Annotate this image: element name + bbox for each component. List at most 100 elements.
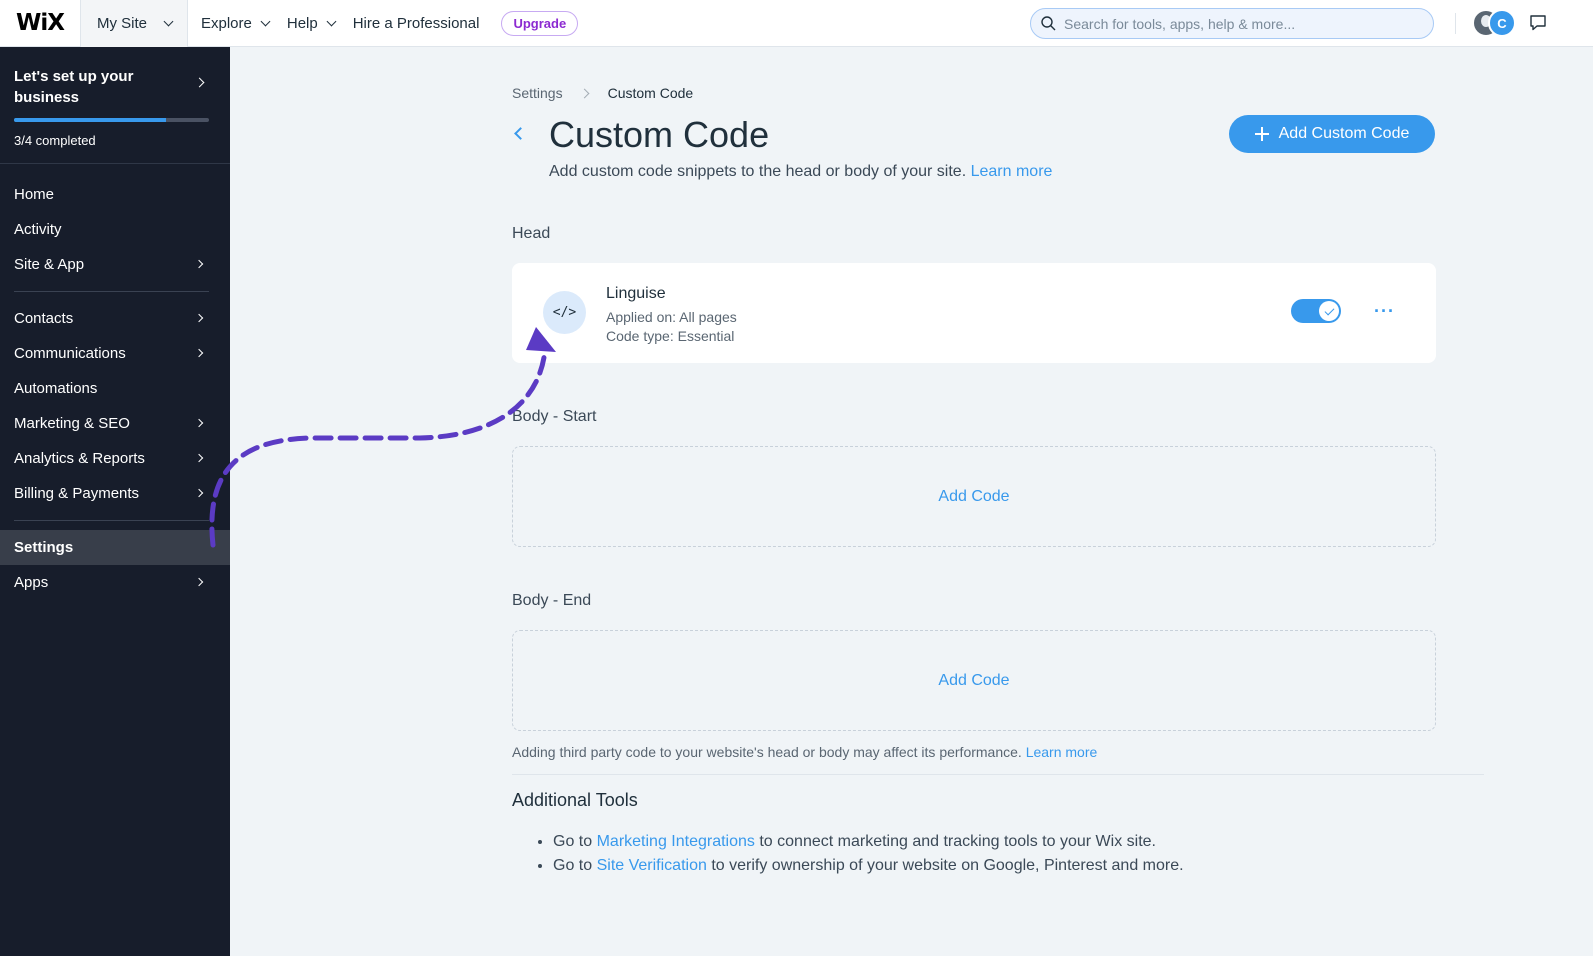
sidebar-item-label: Billing & Payments xyxy=(14,485,140,502)
section-head-label: Head xyxy=(512,225,551,242)
snippet-enabled-toggle[interactable] xyxy=(1291,299,1341,323)
notice-text: Adding third party code to your website'… xyxy=(512,744,1022,760)
sidebar-item-label: Marketing & SEO xyxy=(14,415,130,432)
item-prefix: Go to xyxy=(553,857,593,874)
main-content: Settings Custom Code Custom Code Add cus… xyxy=(230,47,1593,956)
top-bar: WiX My Site Explore Help Hire a Professi… xyxy=(0,0,1593,47)
add-code-body-start[interactable]: Add Code xyxy=(512,446,1436,547)
more-actions-icon[interactable]: ··· xyxy=(1374,301,1395,322)
subtitle-text: Add custom code snippets to the head or … xyxy=(549,163,967,180)
chevron-right-icon xyxy=(194,348,204,358)
sidebar-item-label: Analytics & Reports xyxy=(14,450,145,467)
performance-notice: Adding third party code to your website'… xyxy=(512,744,1097,760)
item-suffix: to verify ownership of your website on G… xyxy=(711,857,1184,874)
code-icon: </> xyxy=(543,291,586,334)
setup-status: 3/4 completed xyxy=(14,133,96,148)
sidebar-item-contacts[interactable]: Contacts xyxy=(0,301,230,336)
item-prefix: Go to xyxy=(553,833,593,850)
add-code-label: Add Code xyxy=(938,487,1010,505)
learn-more-link[interactable]: Learn more xyxy=(971,163,1053,180)
divider xyxy=(512,774,1484,775)
avatar-initial: C xyxy=(1488,9,1516,37)
nav-help[interactable]: Help xyxy=(286,14,337,32)
search-bar[interactable] xyxy=(1030,8,1434,39)
search-input[interactable] xyxy=(1064,15,1424,32)
sidebar-item-label: Home xyxy=(14,186,55,203)
add-custom-code-label: Add Custom Code xyxy=(1278,125,1410,142)
page-subtitle: Add custom code snippets to the head or … xyxy=(549,163,1052,181)
nav-help-label: Help xyxy=(286,14,318,32)
sidebar-menu: Home Activity Site & App Contacts Commun… xyxy=(0,164,230,600)
upgrade-button[interactable]: Upgrade xyxy=(501,10,579,36)
plus-icon xyxy=(1254,127,1269,141)
sidebar-item-automations[interactable]: Automations xyxy=(0,371,230,406)
setup-progress-bar xyxy=(14,118,209,122)
sidebar-item-home[interactable]: Home xyxy=(0,177,230,212)
back-arrow-icon[interactable] xyxy=(514,127,527,140)
setup-card[interactable]: Let's set up your business 3/4 completed xyxy=(0,47,230,164)
item-suffix: to connect marketing and tracking tools … xyxy=(759,833,1156,850)
sidebar-item-marketing-seo[interactable]: Marketing & SEO xyxy=(0,406,230,441)
snippet-code-type: Code type: Essential xyxy=(606,328,735,344)
additional-tools-title: Additional Tools xyxy=(512,790,638,810)
chevron-right-icon xyxy=(194,577,204,587)
toggle-knob xyxy=(1319,301,1339,321)
sidebar-item-billing[interactable]: Billing & Payments xyxy=(0,476,230,511)
list-item: Go to Site Verification to verify owners… xyxy=(553,857,1184,875)
chevron-right-icon xyxy=(579,88,590,98)
sidebar-item-label: Contacts xyxy=(14,310,74,327)
add-code-body-end[interactable]: Add Code xyxy=(512,630,1436,731)
chevron-right-icon xyxy=(194,488,204,498)
account-avatars[interactable]: C xyxy=(1472,8,1516,38)
setup-progress-fill xyxy=(14,118,167,122)
additional-tools-list: Go to Marketing Integrations to connect … xyxy=(553,833,1184,881)
chevron-right-icon xyxy=(194,259,204,269)
sidebar: Let's set up your business 3/4 completed… xyxy=(0,47,230,956)
sidebar-item-communications[interactable]: Communications xyxy=(0,336,230,371)
site-name: My Site xyxy=(97,14,148,32)
section-body-end-label: Body - End xyxy=(512,592,592,609)
chat-icon[interactable] xyxy=(1528,13,1548,33)
site-selector[interactable]: My Site xyxy=(81,0,188,47)
nav-hire-professional[interactable]: Hire a Professional xyxy=(353,15,480,32)
chevron-down-icon xyxy=(163,16,174,26)
chevron-down-icon xyxy=(260,16,271,26)
site-verification-link[interactable]: Site Verification xyxy=(597,857,707,874)
breadcrumb-current: Custom Code xyxy=(607,85,694,101)
list-item: Go to Marketing Integrations to connect … xyxy=(553,833,1184,851)
chevron-down-icon xyxy=(326,16,337,26)
chevron-right-icon xyxy=(194,313,204,323)
sidebar-item-apps[interactable]: Apps xyxy=(0,565,230,600)
search-icon xyxy=(1041,16,1056,31)
sidebar-item-label: Automations xyxy=(14,380,98,397)
wix-logo[interactable]: WiX xyxy=(0,0,81,47)
sidebar-item-settings[interactable]: Settings xyxy=(0,530,230,565)
add-custom-code-button[interactable]: Add Custom Code xyxy=(1229,115,1435,153)
snippet-name: Linguise xyxy=(606,285,666,302)
sidebar-item-analytics[interactable]: Analytics & Reports xyxy=(0,441,230,476)
nav-explore-label: Explore xyxy=(201,14,252,32)
add-code-label: Add Code xyxy=(938,671,1010,689)
notice-learn-more-link[interactable]: Learn more xyxy=(1026,744,1098,760)
sidebar-item-site-app[interactable]: Site & App xyxy=(0,247,230,282)
breadcrumb-settings[interactable]: Settings xyxy=(512,85,563,101)
sidebar-item-label: Communications xyxy=(14,345,126,362)
breadcrumb: Settings Custom Code xyxy=(512,85,693,101)
divider xyxy=(1455,13,1456,34)
code-snippet-card[interactable]: </> Linguise Applied on: All pages Code … xyxy=(512,263,1436,363)
sidebar-item-label: Site & App xyxy=(14,256,85,273)
marketing-integrations-link[interactable]: Marketing Integrations xyxy=(597,833,755,850)
nav-explore[interactable]: Explore xyxy=(201,14,271,32)
chevron-right-icon xyxy=(194,418,204,428)
setup-title: Let's set up your business xyxy=(14,68,134,106)
sidebar-item-activity[interactable]: Activity xyxy=(0,212,230,247)
divider xyxy=(14,291,209,292)
snippet-applied: Applied on: All pages xyxy=(606,309,737,325)
chevron-right-icon xyxy=(194,77,205,88)
sidebar-item-label: Activity xyxy=(14,221,62,238)
nav-hire-label: Hire a Professional xyxy=(352,14,480,32)
divider xyxy=(14,520,209,521)
sidebar-item-label: Settings xyxy=(14,539,74,556)
checkmark-icon xyxy=(1324,305,1334,315)
chevron-right-icon xyxy=(194,453,204,463)
